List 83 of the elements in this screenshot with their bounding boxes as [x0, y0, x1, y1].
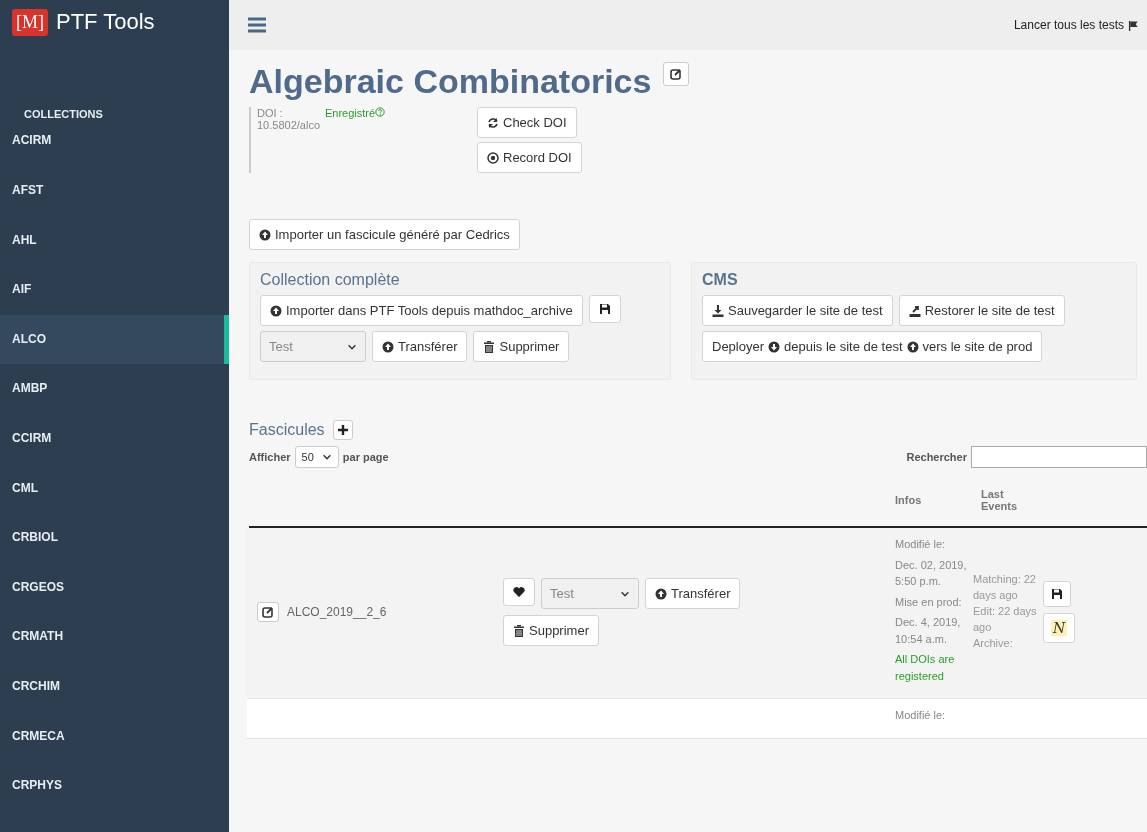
search-field[interactable] — [971, 446, 1147, 468]
doi-label: DOI : — [257, 107, 284, 119]
search-label: Rechercher — [906, 451, 967, 463]
floppy-icon — [598, 303, 611, 315]
sidebar-item[interactable]: CML — [0, 463, 229, 514]
sidebar-item[interactable]: CRMATH — [0, 612, 229, 662]
sidebar-item[interactable]: AIF — [0, 265, 229, 315]
transfer-button[interactable]: Transférer — [645, 578, 741, 609]
sidebar-item[interactable]: AHL — [0, 215, 229, 266]
heart-icon — [513, 586, 525, 598]
delete-button[interactable]: Supprimer — [503, 615, 599, 646]
logo: [M] — [12, 8, 48, 36]
info-text: Dec. 4, 2019, 10:54 a.m. — [895, 615, 962, 647]
edit-icon — [670, 68, 683, 80]
sidebar-item[interactable]: AFST — [0, 166, 229, 216]
upload-circle-icon — [906, 340, 919, 353]
doi-status: Enregistré — [325, 107, 376, 119]
event-text: Matching: 22 days ago — [973, 572, 1037, 604]
sidebar-item[interactable]: CRCHIM — [0, 661, 229, 712]
trash-icon — [483, 340, 496, 353]
sidebar-item[interactable]: CRPHYS — [0, 761, 229, 811]
run-tests-link[interactable]: Lancer tous les tests — [1013, 18, 1139, 32]
save-button[interactable] — [1043, 581, 1071, 607]
add-button[interactable] — [332, 420, 353, 440]
transfer-button[interactable]: Transférer — [372, 331, 468, 362]
save-button[interactable] — [588, 295, 621, 323]
chevron-icon — [321, 452, 332, 462]
menu-icon — [247, 16, 267, 34]
issue-id: ALCO_2019__2_6 — [287, 605, 387, 619]
info-text: Dec. 02, 2019, 5:50 p.m. — [895, 557, 968, 589]
info-text: Modifié le: — [895, 537, 947, 552]
edit-button[interactable] — [257, 602, 279, 622]
import-button[interactable]: Importer un fascicule généré par Cedrics — [249, 219, 520, 250]
edit-button[interactable] — [663, 62, 690, 86]
doi-status: All DOIs are registered — [895, 652, 956, 684]
download-icon — [712, 304, 724, 317]
sidebar-item[interactable]: CCIRM — [0, 413, 229, 464]
per-page-label: par page — [342, 451, 389, 463]
panel-title: Collection complète — [260, 271, 401, 289]
event-text: Edit: 22 days ago — [973, 604, 1038, 635]
upload-circle-icon — [382, 340, 394, 353]
delete-button[interactable]: Supprimer — [473, 331, 570, 362]
sidebar-item[interactable]: AMBP — [0, 364, 229, 414]
help-icon — [375, 107, 386, 117]
doi-value: 10.5802/alco — [257, 119, 321, 131]
section-title: Fascicules — [249, 421, 325, 439]
menu-button[interactable] — [247, 16, 267, 34]
column-header: Infos — [894, 494, 923, 506]
page-size-select[interactable]: 50 — [294, 446, 339, 468]
event-text: Archive: — [973, 635, 1014, 651]
plus-icon — [336, 424, 349, 436]
flag-icon — [1128, 19, 1139, 31]
sidebar-item[interactable]: ALCO — [0, 314, 229, 365]
info-text: Modifié le: — [895, 708, 947, 723]
record-icon — [487, 151, 499, 164]
sidebar-item[interactable]: ACIRM — [0, 124, 229, 166]
upload-tray-icon — [908, 304, 921, 317]
upload-circle-icon — [655, 587, 667, 600]
column-header: Last Events — [981, 488, 1019, 512]
section-heading: COLLECTIONS — [23, 107, 104, 122]
record-doi-button[interactable]: Record DOI — [477, 142, 582, 173]
edit-icon — [262, 606, 274, 618]
sidebar-item[interactable]: CRGEOS — [0, 562, 229, 613]
upload-circle-icon — [259, 228, 271, 241]
show-label: Afficher — [249, 451, 291, 463]
download-circle-icon — [768, 340, 781, 353]
favorite-button[interactable] — [503, 578, 535, 606]
floppy-icon — [1051, 588, 1063, 600]
refresh-icon — [487, 116, 499, 129]
app-title: PTF Tools — [56, 9, 155, 35]
upload-circle-icon — [270, 304, 282, 317]
info-text: Mise en prod: — [895, 594, 963, 610]
n-button[interactable]: N — [1043, 613, 1076, 643]
save-test-site-button[interactable]: Sauvegarder le site de test — [702, 295, 893, 326]
trash-icon — [513, 624, 525, 637]
sidebar-item[interactable]: CRBIOL — [0, 513, 229, 563]
check-doi-button[interactable]: Check DOI — [477, 107, 577, 138]
deploy-button[interactable]: Deployer depuis le site de test vers le site de prod — [702, 331, 1043, 362]
panel-title: CMS — [702, 271, 739, 289]
restore-test-site-button[interactable]: Restorer le site de test — [898, 295, 1065, 326]
import-archive-button[interactable]: Importer dans PTF Tools depuis mathdoc_archive — [260, 295, 583, 326]
sidebar-item[interactable]: CRMECA — [0, 711, 229, 762]
page-title: Algebraic Combinatorics — [249, 62, 652, 101]
